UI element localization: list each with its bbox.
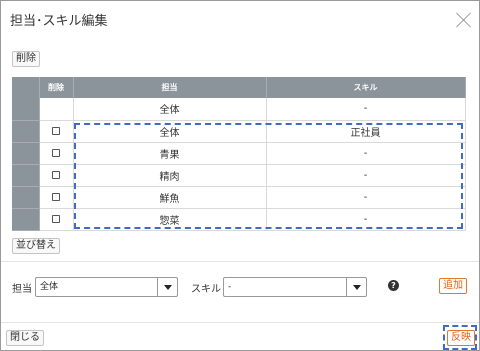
chevron-down-icon[interactable] xyxy=(346,278,366,296)
row-tanto: 惣菜 xyxy=(73,208,267,231)
close-icon[interactable] xyxy=(455,11,473,29)
row-skill: - xyxy=(266,208,466,231)
chevron-down-icon[interactable] xyxy=(157,278,177,296)
apply-button[interactable]: 反映 xyxy=(447,330,475,346)
header-delete: 削除 xyxy=(39,77,74,98)
help-icon[interactable]: ? xyxy=(388,280,399,291)
row-skill: - xyxy=(266,98,466,121)
table-row[interactable]: 全体 正社員 xyxy=(12,120,466,143)
row-handle[interactable] xyxy=(12,164,40,187)
row-skill: - xyxy=(266,186,466,209)
table-row[interactable]: 惣菜 - xyxy=(12,208,466,231)
footer-divider xyxy=(1,322,479,323)
reorder-button[interactable]: 並び替え xyxy=(12,238,60,254)
assignment-table: 削除 担当 スキル 全体 - 全体 正社員 青果 - 精肉 - 鮮魚 - 惣菜 … xyxy=(12,77,466,231)
table-row[interactable]: 精肉 - xyxy=(12,164,466,187)
row-skill: - xyxy=(266,142,466,165)
row-skill: 正社員 xyxy=(266,120,466,143)
row-delete-cell xyxy=(39,120,74,143)
skill-select[interactable]: - xyxy=(223,277,367,297)
row-delete-checkbox[interactable] xyxy=(52,170,60,179)
skill-edit-dialog: 担当･スキル編集 削除 削除 担当 スキル 全体 - 全体 正社員 青果 - 精… xyxy=(0,0,480,351)
row-tanto: 精肉 xyxy=(73,164,267,187)
row-delete-cell xyxy=(39,164,74,187)
tanto-select[interactable]: 全体 xyxy=(35,277,178,297)
row-handle[interactable] xyxy=(12,186,40,209)
header-skill[interactable]: スキル xyxy=(266,77,466,98)
header-tanto[interactable]: 担当 xyxy=(73,77,267,98)
dialog-title: 担当･スキル編集 xyxy=(10,14,108,29)
table-row[interactable]: 鮮魚 - xyxy=(12,186,466,209)
row-tanto: 鮮魚 xyxy=(73,186,267,209)
row-handle[interactable] xyxy=(12,120,40,143)
row-delete-cell xyxy=(39,98,74,121)
row-tanto: 全体 xyxy=(73,98,267,121)
row-delete-cell xyxy=(39,186,74,209)
row-skill: - xyxy=(266,164,466,187)
row-delete-checkbox[interactable] xyxy=(52,148,60,157)
close-button[interactable]: 閉じる xyxy=(6,330,44,346)
row-handle[interactable] xyxy=(12,142,40,165)
row-handle[interactable] xyxy=(12,208,40,231)
row-tanto: 青果 xyxy=(73,142,267,165)
header-stub xyxy=(12,77,40,98)
delete-button[interactable]: 削除 xyxy=(12,51,40,67)
row-delete-checkbox[interactable] xyxy=(52,192,60,201)
add-button[interactable]: 追加 xyxy=(439,278,467,294)
row-delete-cell xyxy=(39,142,74,165)
row-delete-checkbox[interactable] xyxy=(52,214,60,223)
table-row[interactable]: 青果 - xyxy=(12,142,466,165)
tanto-label: 担当 xyxy=(12,284,32,295)
divider xyxy=(1,261,479,262)
tanto-select-value: 全体 xyxy=(40,282,59,292)
row-handle[interactable] xyxy=(12,98,40,121)
row-delete-checkbox[interactable] xyxy=(52,126,60,135)
row-delete-cell xyxy=(39,208,74,231)
skill-label: スキル xyxy=(191,284,221,295)
row-tanto: 全体 xyxy=(73,120,267,143)
table-row[interactable]: 全体 - xyxy=(12,98,466,121)
table-header-row: 削除 担当 スキル xyxy=(12,77,466,98)
skill-select-value: - xyxy=(228,282,232,292)
